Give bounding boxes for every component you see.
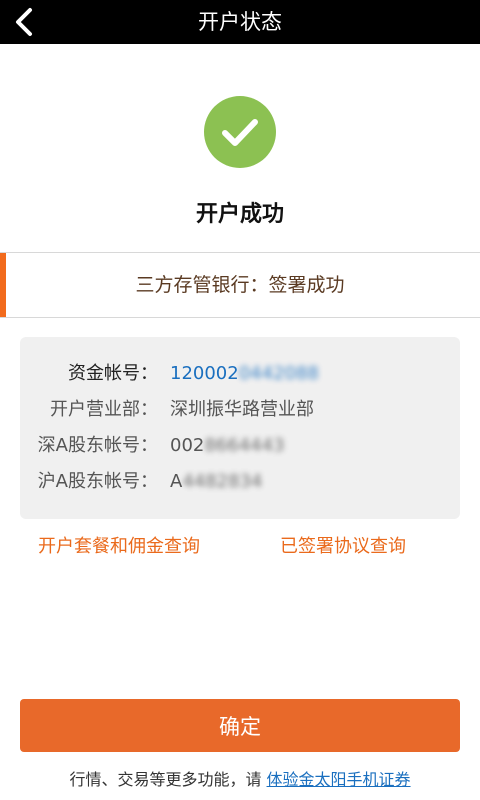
footer-app-link[interactable]: 体验金太阳手机证券 [267,770,411,789]
footer-prompt: 行情、交易等更多功能，请 [69,770,267,789]
signed-agreement-query-link[interactable]: 已签署协议查询 [280,532,406,558]
success-title: 开户成功 [195,202,284,227]
sh-a-account-label: 沪A股东帐号： [37,471,158,492]
fund-account-label: 资金帐号： [68,363,158,384]
sz-a-account-masked: 8664443 [204,435,285,456]
bank-status-text: 三方存管银行：签署成功 [135,274,345,296]
sz-a-account-visible: 002 [170,435,205,456]
footer-text: 行情、交易等更多功能，请 体验金太阳手机证券 [0,766,480,790]
confirm-button[interactable]: 确定 [20,699,460,752]
check-circle-icon [204,96,276,168]
chevron-left-icon [16,8,32,36]
fund-account-visible: 120002 [170,363,239,384]
sh-a-account-visible: A [170,471,183,492]
page-title: 开户状态 [198,10,282,34]
sh-a-account-row: 沪A股东帐号： A4482834 [20,464,460,500]
sh-a-account-masked: 4482834 [182,471,263,492]
bank-status-row: 三方存管银行：签署成功 [0,252,480,318]
branch-label: 开户营业部： [50,399,158,420]
fund-account-row: 资金帐号： 1200020442088 [20,356,460,392]
back-button[interactable] [4,2,44,42]
fund-account-masked: 0442088 [238,363,319,384]
account-info-card: 资金帐号： 1200020442088 开户营业部： 深圳振华路营业部 深A股东… [20,337,460,519]
sz-a-account-row: 深A股东帐号： 0028664443 [20,428,460,464]
top-bar: 开户状态 [0,0,480,44]
fund-account-value[interactable]: 1200020442088 [170,356,319,392]
package-commission-query-link[interactable]: 开户套餐和佣金查询 [38,532,200,558]
branch-value: 深圳振华路营业部 [170,399,314,420]
sh-a-account-value: A4482834 [170,464,263,500]
sz-a-account-label: 深A股东帐号： [37,435,158,456]
sz-a-account-value: 0028664443 [170,428,285,464]
branch-row: 开户营业部： 深圳振华路营业部 [20,392,460,428]
